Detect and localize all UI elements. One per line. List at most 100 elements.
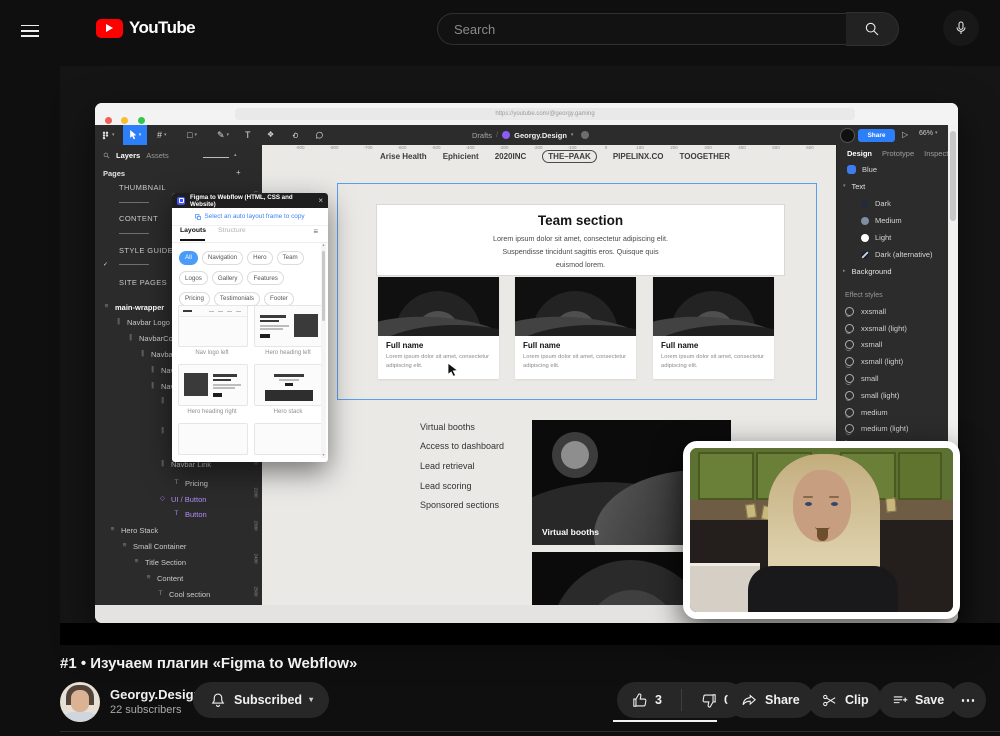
figma-share-button: Share (858, 129, 895, 142)
more-actions-button[interactable] (950, 682, 986, 718)
layer-row: Title Section (133, 558, 186, 567)
effect-style-label: medium (861, 408, 888, 417)
like-button[interactable]: 3 (617, 682, 674, 718)
plugin-filter-chip: Logos (179, 271, 208, 285)
breadcrumb-drafts: Drafts (472, 131, 492, 140)
hand-tool-icon (291, 125, 300, 145)
effect-style-label: xxsmall (light) (861, 324, 907, 333)
search-bar (437, 12, 899, 46)
plugin-title: Figma to Webflow (HTML, CSS and Website) (190, 194, 318, 208)
clip-button[interactable]: Clip (808, 682, 882, 718)
video-player[interactable]: https://youtube.com/@georgy.gaming (60, 66, 1000, 645)
microphone-icon (953, 20, 969, 36)
page-item: STYLE GUIDE (119, 246, 173, 255)
plugin-close-icon (318, 197, 323, 205)
text-style-dark-alternative: Dark (alternative) (861, 250, 933, 259)
text-tool-icon (245, 125, 251, 145)
blue-swatch-icon (847, 165, 856, 174)
effect-style-row: small (light) (837, 387, 949, 404)
plugin-filter-chip: Testimonials (214, 292, 260, 306)
feature-list-item: Virtual booths (420, 417, 504, 437)
plugin-filter-chip: Features (247, 271, 283, 285)
hamburger-menu-button[interactable] (21, 21, 39, 40)
client-logos-row: Arise HealthEphicient2020INCTHE–PAAKPIPE… (380, 150, 730, 163)
virtual-booths-caption: Virtual booths (542, 527, 599, 537)
light-swatch-icon (861, 234, 869, 242)
traffic-light-zoom (138, 117, 145, 124)
figma-breadcrumb: Drafts Georgy.Design (472, 125, 589, 145)
team-section-header: Team section Lorem ipsum dolor sit amet,… (376, 204, 785, 276)
scroll-down-icon (321, 454, 326, 458)
layer-row: Hero Stack (109, 526, 158, 535)
effect-style-label: xxsmall (861, 307, 886, 316)
channel-avatar[interactable] (60, 682, 100, 722)
tab-assets: Assets (146, 151, 169, 160)
team-member-photo-placeholder (378, 277, 499, 336)
voice-search-button[interactable] (943, 10, 979, 46)
text-style-light: Light (861, 233, 891, 242)
panel-search-icon (103, 152, 110, 159)
subscribed-button[interactable]: Subscribed (193, 682, 329, 718)
layer-row: Nav (149, 382, 174, 391)
breadcrumb-account: Georgy.Design (514, 131, 567, 140)
save-button[interactable]: Save (878, 682, 957, 718)
text-style-medium: Medium (861, 216, 902, 225)
effect-style-icon (845, 391, 854, 400)
plugin-scrollbar (321, 243, 326, 458)
present-icon (902, 131, 908, 139)
pen-tool-icon (217, 125, 229, 145)
search-button[interactable] (846, 12, 899, 46)
effect-style-icon (845, 374, 854, 383)
pill-divider (681, 689, 682, 711)
youtube-logo-icon (96, 19, 123, 38)
traffic-light-minimize (121, 117, 128, 124)
panel-header: Layers Assets (103, 151, 169, 160)
save-to-playlist-icon (891, 692, 908, 709)
plugin-filter-chips: AllNavigationHeroTeamLogosGalleryFeature… (177, 246, 319, 308)
color-style-blue: Blue (847, 165, 877, 174)
shape-tool-icon (187, 125, 197, 145)
plugin-filter-chip: Gallery (212, 271, 244, 285)
youtube-logo[interactable]: YouTube (96, 18, 195, 38)
tab-layers: Layers (116, 151, 140, 160)
youtube-header: YouTube (0, 0, 1000, 56)
effect-style-label: xsmall (861, 340, 882, 349)
plugin-active-tab-underline (180, 239, 205, 241)
effect-style-icon (845, 307, 854, 316)
effect-style-icon (845, 424, 854, 433)
layer-row (159, 428, 166, 435)
channel-name[interactable]: Georgy.Design (110, 687, 202, 702)
share-button[interactable]: Share (727, 682, 814, 718)
account-avatar-mini (502, 131, 510, 139)
client-logo: TOOGETHER (680, 152, 731, 161)
page-item: SITE PAGES (119, 278, 167, 287)
search-input[interactable] (437, 13, 846, 45)
presenter-face (793, 470, 851, 542)
zoom-level: 66% (919, 130, 938, 137)
layer-row: Cool section (157, 590, 210, 599)
team-member-card: Full name Lorem ipsum dolor sit amet, co… (515, 277, 636, 379)
background-styles-section: Background (843, 267, 892, 276)
effect-style-icon (845, 324, 854, 333)
page-divider (119, 233, 149, 234)
effect-style-icon (845, 408, 854, 417)
layer-row: Small Container (121, 542, 186, 551)
team-member-card: Full name Lorem ipsum dolor sit amet, co… (653, 277, 774, 379)
browser-url-bar: https://youtube.com/@georgy.gaming (235, 108, 855, 120)
component-tool-icon (267, 125, 274, 145)
team-member-photo-placeholder (515, 277, 636, 336)
page-item: THUMBNAIL (119, 183, 166, 192)
effect-style-label: small (light) (861, 391, 899, 400)
plugin-layout-cards: Nav logo left Hero heading left (178, 305, 322, 455)
design-panel-tab: Prototype (882, 149, 914, 158)
presenter-shirt (748, 566, 898, 612)
section-divider (60, 731, 1000, 732)
client-logo: Ephicient (443, 152, 479, 161)
figma-to-webflow-plugin-window: Figma to Webflow (HTML, CSS and Website)… (172, 193, 328, 462)
effect-style-row: medium (837, 404, 949, 421)
collaborator-dot-icon (581, 131, 589, 139)
feature-list-item: Access to dashboard (420, 437, 504, 457)
browser-titlebar: https://youtube.com/@georgy.gaming (95, 103, 958, 125)
feature-list-item: Sponsored sections (420, 495, 504, 515)
client-logo: 2020INC (495, 152, 527, 161)
